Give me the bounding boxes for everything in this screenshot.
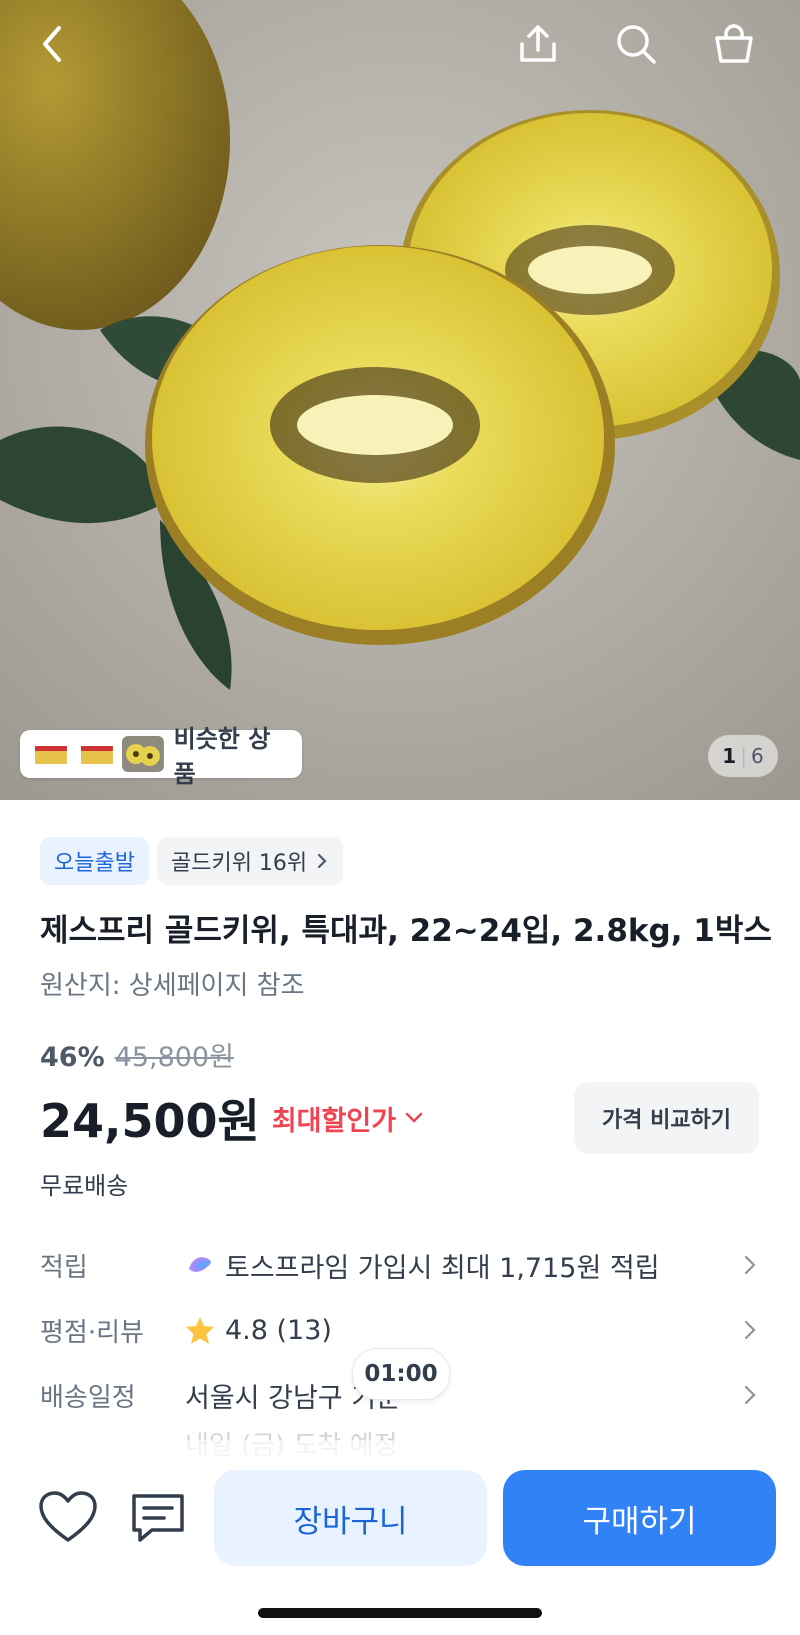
similar-products-label: 비슷한 상품 [173,725,271,788]
chevron-right-icon [744,1255,756,1275]
toss-prime-icon [189,1257,211,1272]
add-to-cart-button[interactable]: 장바구니 [214,1470,487,1566]
star-icon [186,1317,214,1344]
similar-products-chip[interactable]: 비슷한 상품 [20,725,302,788]
inquiry-icon[interactable] [128,1490,188,1546]
discount-percent: 46% [40,1042,105,1073]
price-compare-button[interactable]: 가격 비교하기 [574,1082,759,1154]
similar-thumb-3 [121,736,164,772]
product-image[interactable]: 비슷한 상품 1 | 6 [0,0,800,800]
free-shipping-label: 무료배송 [40,1172,129,1200]
heart-icon[interactable] [38,1490,98,1544]
price-row: 24,500원 최대할인가 [40,1085,424,1151]
rating-value: 4.8 (13) [225,1314,332,1346]
max-discount-toggle[interactable]: 최대할인가 [272,1099,396,1138]
image-counter-total: 6 [750,744,764,768]
product-title: 제스프리 골드키위, 특대과, 22~24입, 2.8kg, 1박스 [40,913,772,949]
image-counter: 1 | 6 [708,735,778,777]
discount-row: 46% 45,800원 [40,1035,234,1074]
points-row[interactable]: 적립 토스프라임 가입시 최대 1,715원 적립 [40,1240,760,1290]
similar-thumb-1 [30,736,72,772]
share-icon[interactable] [512,18,564,70]
search-icon[interactable] [610,18,662,70]
points-label: 적립 [40,1252,88,1283]
delivery-label: 배송일정 [40,1382,136,1413]
back-icon[interactable] [26,18,78,70]
chevron-right-icon [744,1320,756,1340]
counter-separator: | [740,744,747,768]
chevron-right-icon [318,853,327,869]
buy-now-button[interactable]: 구매하기 [503,1470,776,1566]
kiwi-photo [0,0,800,800]
cart-icon[interactable] [708,18,760,70]
chevron-down-icon[interactable] [404,1111,424,1125]
home-indicator [258,1608,542,1618]
product-origin: 원산지: 상세페이지 참조 [40,971,305,1001]
similar-thumb-2 [75,736,118,772]
product-tags: 오늘출발 골드키위 16위 [40,837,344,885]
rank-badge[interactable]: 골드키위 16위 [156,837,344,885]
image-counter-current: 1 [722,744,737,768]
sale-price: 24,500원 [40,1094,260,1148]
chevron-right-icon [744,1385,756,1405]
original-price: 45,800원 [114,1042,234,1073]
top-bar [0,0,800,95]
points-value: 토스프라임 가입시 최대 1,715원 적립 [225,1252,660,1284]
today-ship-badge: 오늘출발 [40,837,149,885]
rating-label: 평점·리뷰 [40,1317,144,1348]
rank-badge-label: 골드키위 16위 [170,851,308,876]
time-bubble: 01:00 [352,1348,450,1400]
